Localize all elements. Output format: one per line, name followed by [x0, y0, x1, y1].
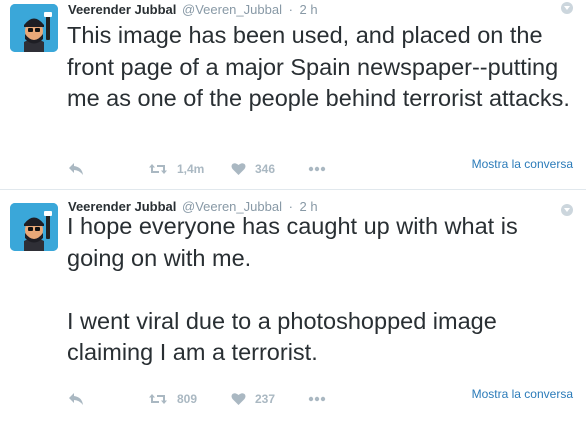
- like-count: 346: [255, 162, 276, 176]
- more-button[interactable]: [308, 389, 326, 409]
- tweet-header: Veerender Jubbal @Veeren_Jubbal · 2 h: [68, 1, 318, 19]
- user-fullname[interactable]: Veerender Jubbal: [68, 2, 176, 17]
- heart-icon: [231, 393, 246, 405]
- tweet-1[interactable]: Veerender Jubbal @Veeren_Jubbal · 2 h Th…: [0, 0, 586, 190]
- show-conversation-link[interactable]: Mostra la conversa: [472, 387, 573, 401]
- avatar-illustration: [10, 203, 58, 251]
- reply-icon: [69, 163, 83, 175]
- heart-icon: [231, 163, 246, 175]
- like-button[interactable]: 237: [231, 389, 275, 409]
- retweet-count: 809: [177, 392, 198, 406]
- user-handle[interactable]: @Veeren_Jubbal: [182, 2, 282, 17]
- tweet-2[interactable]: Veerender Jubbal @Veeren_Jubbal · 2 h I …: [0, 191, 586, 422]
- retweet-button[interactable]: 809: [148, 389, 197, 409]
- like-button[interactable]: 346: [231, 159, 275, 179]
- tweet-timestamp[interactable]: 2 h: [300, 2, 318, 17]
- tweet-text: I hope everyone has caught up with what …: [67, 213, 518, 365]
- avatar-illustration: [10, 4, 58, 52]
- separator: ·: [288, 2, 293, 17]
- retweet-icon: [149, 164, 167, 174]
- retweet-button[interactable]: 1,4m: [148, 159, 204, 179]
- reply-button[interactable]: [68, 389, 84, 409]
- retweet-icon: [149, 394, 167, 404]
- reply-button[interactable]: [68, 159, 84, 179]
- reply-icon: [69, 393, 83, 405]
- more-dots-icon: [308, 166, 326, 172]
- avatar[interactable]: [10, 4, 58, 52]
- show-conversation-link[interactable]: Mostra la conversa: [472, 157, 573, 171]
- avatar[interactable]: [10, 203, 58, 251]
- more-button[interactable]: [308, 159, 326, 179]
- retweet-count: 1,4m: [177, 162, 205, 176]
- more-dots-icon: [308, 396, 326, 402]
- dropdown-caret-icon[interactable]: [561, 2, 573, 14]
- like-count: 237: [255, 392, 276, 406]
- tweet-text: This image has been used, and placed on …: [67, 22, 570, 111]
